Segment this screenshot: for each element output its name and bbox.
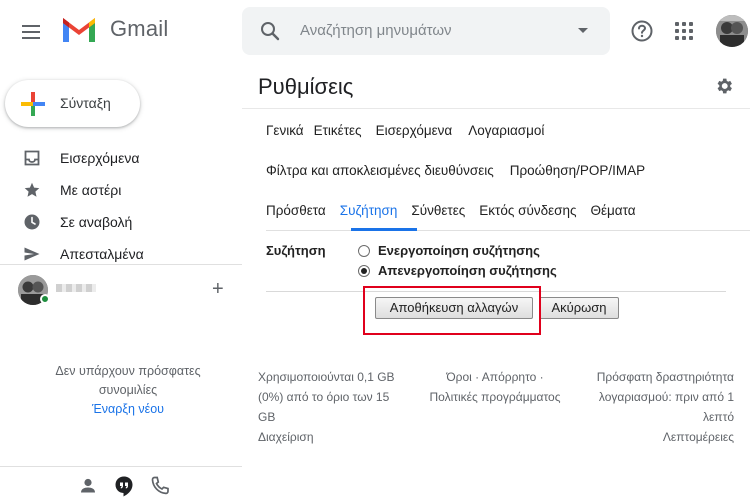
tab-general[interactable]: Γενικά: [266, 123, 304, 138]
hangouts-chat-icon[interactable]: [112, 474, 136, 498]
search-input[interactable]: Αναζήτηση μηνυμάτων: [300, 22, 452, 39]
hamburger-icon: [22, 25, 40, 27]
sidebar-bottom-divider: [0, 466, 242, 467]
active-tab-indicator: [351, 228, 417, 231]
compose-label: Σύνταξη: [60, 95, 111, 111]
search-options-chevron-icon[interactable]: [578, 28, 588, 33]
help-icon[interactable]: [630, 19, 654, 43]
storage-line: GB: [258, 410, 276, 424]
sidebar-item-inbox[interactable]: Εισερχόμενα: [0, 142, 242, 174]
sidebar-item-label: Σε αναβολή: [60, 214, 133, 230]
sidebar: Σύνταξη Εισερχόμενα Με αστέρι Σε αναβολή: [0, 64, 242, 500]
sidebar-item-snoozed[interactable]: Σε αναβολή: [0, 206, 242, 238]
contacts-person-icon[interactable]: [76, 474, 100, 498]
sidebar-item-label: Απεσταλμένα: [60, 246, 144, 262]
sidebar-item-label: Εισερχόμενα: [60, 150, 140, 166]
red-highlight-annotation: [363, 286, 541, 335]
tabs-divider: [266, 230, 750, 231]
chat-on-option[interactable]: Ενεργοποίηση συζήτησης: [358, 243, 540, 258]
hangouts-user-name-blurred: [56, 284, 96, 292]
activity-line: Πρόσφατη δραστηριότητα: [596, 370, 734, 384]
tab-labels[interactable]: Ετικέτες: [314, 123, 362, 138]
online-status-dot: [40, 294, 50, 304]
sidebar-divider: [0, 264, 242, 265]
tab-filters-blocked-addresses[interactable]: Φίλτρα και αποκλεισμένες διευθύνσεις: [266, 163, 494, 178]
title-divider: [242, 108, 750, 109]
sidebar-item-sent[interactable]: Απεσταλμένα: [0, 238, 242, 270]
storage-line: Χρησιμοποιούνται 0,1 GB: [258, 370, 395, 384]
tab-addons[interactable]: Πρόσθετα: [266, 203, 326, 218]
settings-tabs-row-2: Φίλτρα και αποκλεισμένες διευθύνσεις Προ…: [266, 163, 661, 178]
activity-line: λογαριασμού: πριν από 1: [598, 390, 734, 404]
search-bar[interactable]: Αναζήτηση μηνυμάτων: [242, 7, 610, 55]
no-conversations-line2: συνομιλίες: [98, 383, 158, 397]
sidebar-item-label: Με αστέρι: [60, 182, 122, 198]
chat-off-option[interactable]: Απενεργοποίηση συζήτησης: [358, 263, 557, 278]
search-icon[interactable]: [260, 21, 280, 41]
no-conversations-message: Δεν υπάρχουν πρόσφατες συνομιλίες Έναρξη…: [0, 362, 256, 419]
gear-icon[interactable]: [714, 76, 734, 96]
hamburger-icon-bar: [22, 31, 40, 33]
tab-forwarding-pop-imap[interactable]: Προώθηση/POP/IMAP: [510, 163, 645, 178]
compose-button[interactable]: Σύνταξη: [5, 80, 140, 127]
account-activity: Πρόσφατη δραστηριότητα λογαριασμού: πριν…: [564, 367, 734, 447]
gmail-m-icon: [63, 18, 95, 42]
folder-list: Εισερχόμενα Με αστέρι Σε αναβολή Απεσταλ…: [0, 142, 242, 270]
phone-icon[interactable]: [148, 474, 172, 498]
star-icon: [24, 182, 40, 197]
program-policies-link[interactable]: Πολιτικές προγράμματος: [420, 387, 570, 407]
settings-tabs-row-3: Πρόσθετα Συζήτηση Σύνθετες Εκτός σύνδεση…: [266, 203, 652, 218]
activity-details-link[interactable]: Λεπτομέρειες: [564, 427, 734, 447]
top-bar: Gmail Αναζήτηση μηνυμάτων: [0, 0, 750, 64]
tab-themes[interactable]: Θέματα: [590, 203, 635, 218]
add-contact-plus-icon[interactable]: +: [212, 278, 224, 301]
chat-on-label: Ενεργοποίηση συζήτησης: [378, 243, 540, 258]
account-avatar[interactable]: [716, 15, 748, 47]
terms-links: Όροι · Απόρρητο · Πολιτικές προγράμματος: [420, 367, 570, 407]
chat-off-radio[interactable]: [358, 264, 370, 277]
hamburger-icon-bar: [22, 37, 40, 39]
storage-info: Χρησιμοποιούνται 0,1 GB (0%) από το όριο…: [258, 367, 395, 447]
no-conversations-line1: Δεν υπάρχουν πρόσφατες: [55, 364, 201, 378]
tab-chat[interactable]: Συζήτηση: [340, 203, 398, 218]
inbox-icon: [24, 150, 40, 166]
start-new-conversation-link[interactable]: Έναρξη νέου: [0, 400, 256, 419]
settings-panel: Ρυθμίσεις Γενικά Ετικέτες Εισερχόμενα Λο…: [242, 64, 750, 500]
tab-inbox[interactable]: Εισερχόμενα: [376, 123, 453, 138]
cancel-button[interactable]: Ακύρωση: [539, 297, 619, 319]
storage-line: (0%) από το όριο των 15: [258, 390, 390, 404]
settings-tabs-row-1: Γενικά Ετικέτες Εισερχόμενα Λογαριασμοί: [266, 123, 560, 138]
clock-icon: [24, 214, 40, 230]
tab-accounts[interactable]: Λογαριασμοί: [468, 123, 544, 138]
compose-plus-icon: [21, 92, 45, 116]
chat-on-radio[interactable]: [358, 244, 370, 257]
tab-advanced[interactable]: Σύνθετες: [411, 203, 465, 218]
apps-grid-icon[interactable]: [674, 21, 694, 41]
chat-setting-label: Συζήτηση: [266, 243, 326, 258]
tab-offline[interactable]: Εκτός σύνδεσης: [479, 203, 576, 218]
main-menu-button[interactable]: [16, 18, 46, 46]
page-title: Ρυθμίσεις: [258, 74, 354, 99]
send-icon: [24, 247, 40, 261]
hangouts-bottom-bar: [0, 474, 242, 500]
manage-storage-link[interactable]: Διαχείριση: [258, 427, 395, 447]
gmail-logo[interactable]: Gmail: [60, 14, 168, 44]
sidebar-item-starred[interactable]: Με αστέρι: [0, 174, 242, 206]
avatar-photo: [716, 15, 748, 47]
activity-line: λεπτό: [702, 410, 734, 424]
app-name: Gmail: [110, 16, 169, 41]
terms-privacy-link[interactable]: Όροι · Απόρρητο ·: [420, 367, 570, 387]
chat-off-label: Απενεργοποίηση συζήτησης: [378, 263, 557, 278]
